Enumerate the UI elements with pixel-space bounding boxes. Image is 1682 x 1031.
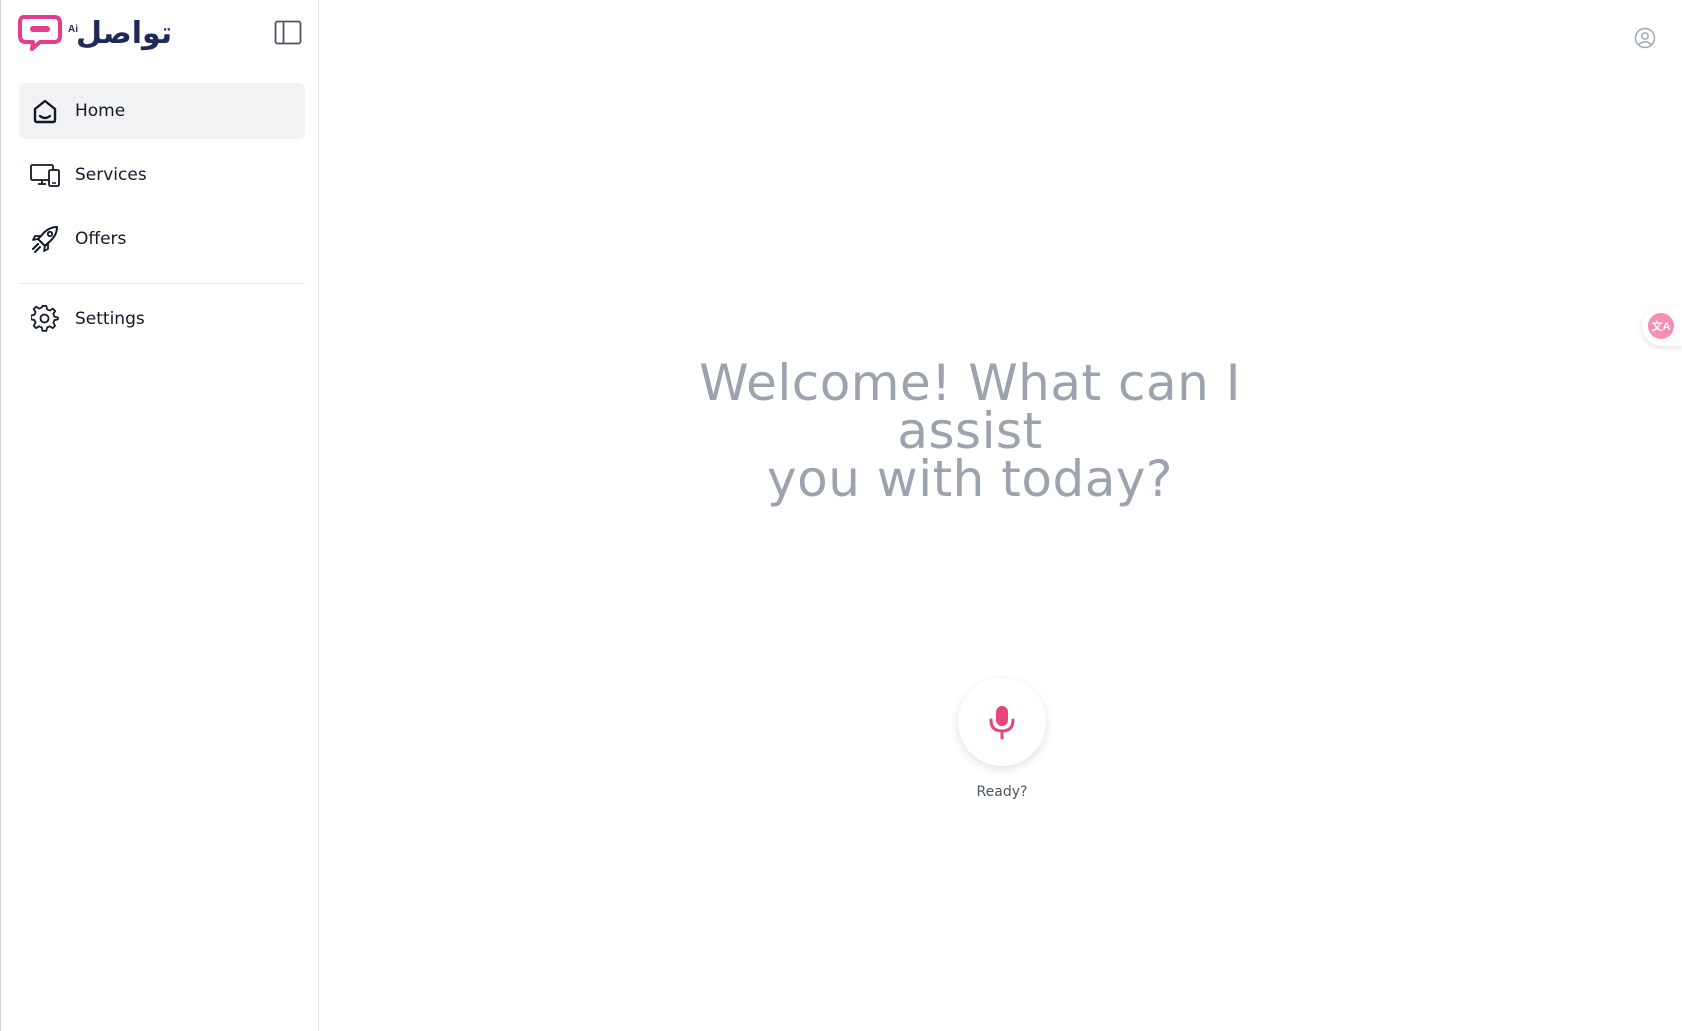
chat-bubble-logo-icon (18, 14, 62, 52)
welcome-heading: Welcome! What can I assist you with toda… (619, 358, 1321, 504)
microphone-button[interactable] (958, 678, 1046, 766)
logo-wordmark: تواصل (76, 16, 173, 51)
sidebar-item-label: Settings (75, 309, 145, 329)
sidebar-item-label: Offers (75, 229, 127, 249)
logo[interactable]: Ai تواصل (18, 14, 173, 52)
welcome-line-1: Welcome! What can I assist (699, 353, 1241, 460)
sidebar-item-label: Services (75, 165, 147, 185)
welcome-line-2: you with today? (767, 449, 1173, 508)
sidebar-toggle-button[interactable] (274, 20, 302, 45)
sidebar-nav: Home Services Offers (19, 83, 305, 275)
sidebar-settings-section: Settings (19, 291, 305, 355)
sidebar-item-services[interactable]: Services (19, 147, 305, 203)
microphone-icon (989, 706, 1015, 740)
sidebar-item-offers[interactable]: Offers (19, 211, 305, 267)
sidebar-item-label: Home (75, 101, 126, 121)
app-root: Ai تواصل Home Services Offers Settings 文… (0, 0, 1682, 1031)
devices-icon (29, 159, 61, 191)
user-profile-button[interactable] (1634, 27, 1656, 49)
rocket-icon (29, 223, 61, 255)
translate-icon: 文A (1648, 313, 1674, 339)
sidebar-toggle-icon (274, 20, 302, 45)
sidebar-item-home[interactable]: Home (19, 83, 305, 139)
sidebar-divider (19, 283, 305, 284)
gear-icon (29, 303, 61, 335)
main-content: 文A Welcome! What can I assist you with t… (319, 0, 1682, 1031)
user-icon (1634, 27, 1656, 49)
ready-label: Ready? (976, 784, 1028, 800)
home-icon (29, 95, 61, 127)
sidebar: Ai تواصل Home Services Offers Settings (0, 0, 319, 1031)
sidebar-item-settings[interactable]: Settings (19, 291, 305, 347)
translate-button[interactable]: 文A (1642, 306, 1682, 346)
